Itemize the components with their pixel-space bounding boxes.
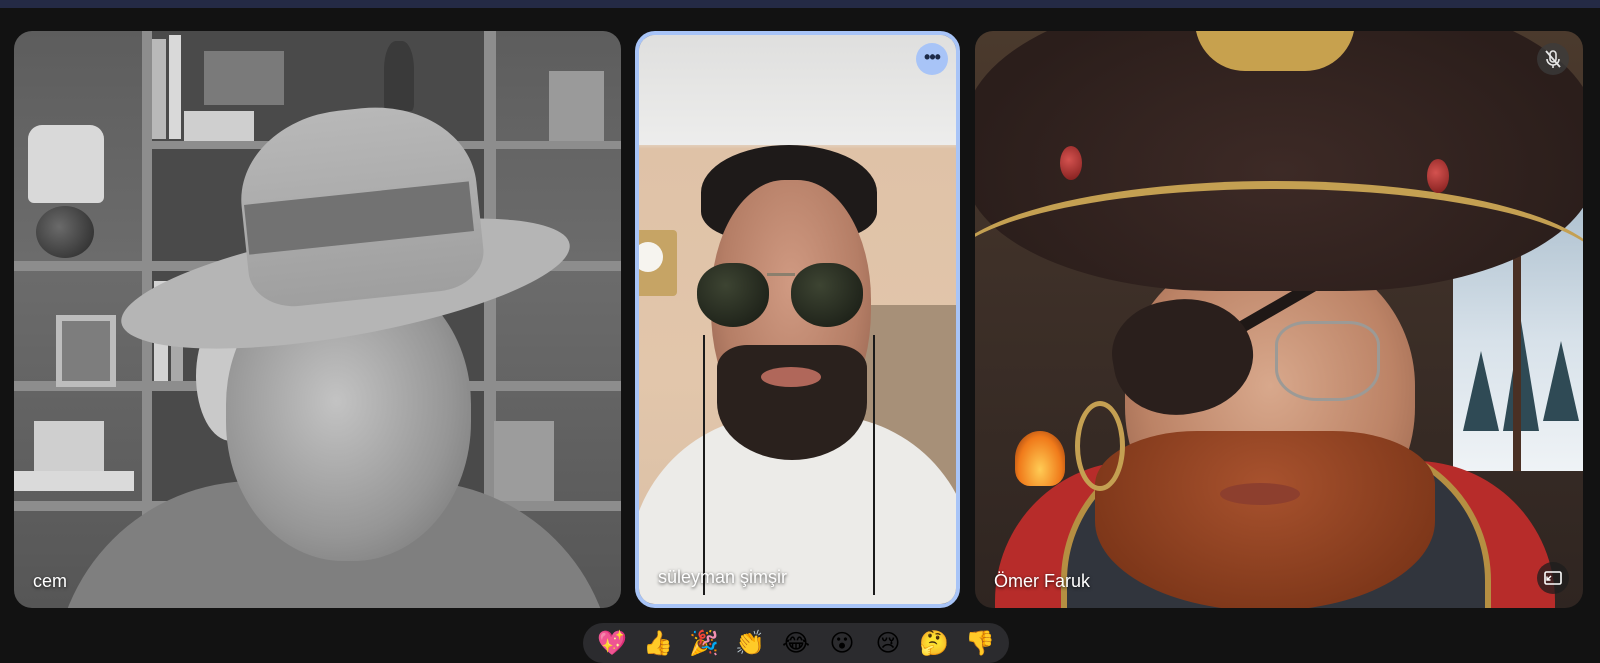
more-options-button[interactable]: ••• [916,43,948,75]
participant-name: süleyman şimşir [658,567,788,587]
fireplace [1015,431,1065,486]
participant-tile-cem[interactable]: cem [14,31,621,608]
reaction-laugh[interactable]: 😂 [779,629,813,657]
top-bar [0,0,1600,8]
mic-off-indicator [1537,43,1569,75]
participant-tile-omer[interactable]: Ömer Faruk [975,31,1583,608]
reaction-surprised[interactable]: 😮 [825,629,859,657]
participant-name: cem [33,571,68,591]
reaction-party[interactable]: 🎉 [687,629,721,657]
picture-in-picture-icon [1544,571,1562,585]
participant-name: Ömer Faruk [994,571,1091,591]
video-feed [14,31,621,608]
reaction-bar: 💖 👍 🎉 👏 😂 😮 😢 🤔 👎 [583,623,1009,663]
video-feed [639,35,956,604]
picture-in-picture-button[interactable] [1537,562,1569,594]
mic-off-icon [1545,50,1561,68]
lamp [28,125,104,203]
more-options-icon: ••• [924,47,941,67]
pirate-beard-filter [1095,431,1435,608]
reaction-heart[interactable]: 💖 [595,629,629,657]
reaction-thinking[interactable]: 🤔 [917,629,951,657]
reaction-sad[interactable]: 😢 [871,629,905,657]
reaction-thumbs-up[interactable]: 👍 [641,629,675,657]
participant-tile-suleyman[interactable]: ••• süleyman şimşir [635,31,960,608]
sunglasses [697,263,769,327]
picture-frame [56,315,116,387]
reaction-clap[interactable]: 👏 [733,629,767,657]
reaction-thumbs-down[interactable]: 👎 [963,629,997,657]
video-feed [975,31,1583,608]
wall-clock [639,230,677,296]
